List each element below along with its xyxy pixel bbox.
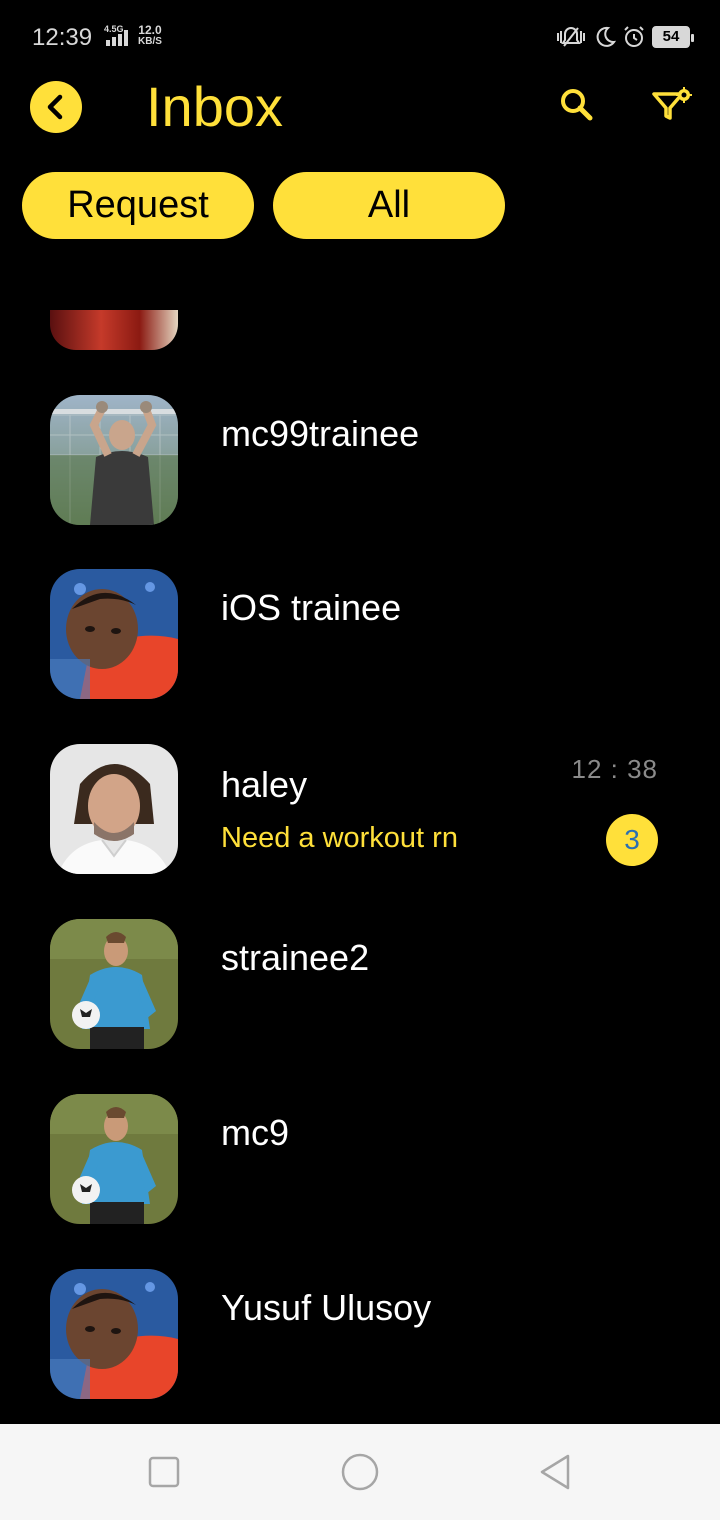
avatar: [50, 310, 178, 350]
page-title: Inbox: [146, 75, 283, 138]
player-blue-jacket-photo: [50, 1094, 178, 1224]
moon-icon: [596, 26, 616, 47]
unread-badge: 3: [606, 814, 658, 866]
conversation-name: mc9: [221, 1112, 290, 1153]
speed-value: 12.0: [138, 23, 162, 37]
conversation-row-haley[interactable]: haley Need a workout rn 12 : 38 3: [0, 744, 720, 874]
message-time: 12 : 38: [571, 754, 658, 784]
avatar: [50, 919, 178, 1049]
avatar: [50, 1094, 178, 1224]
conversation-list[interactable]: mc99trainee iOS trainee haley Need a wor…: [0, 270, 720, 1424]
filter-settings-icon[interactable]: [650, 86, 694, 122]
chip-request[interactable]: Request: [22, 172, 254, 239]
recent-apps-icon[interactable]: [144, 1452, 184, 1492]
status-time: 12:39: [32, 24, 93, 51]
athlete-red-shirt-photo: [50, 569, 178, 699]
vibrate-icon: [557, 26, 585, 47]
conversation-row-strainee2[interactable]: strainee2: [0, 919, 720, 1049]
athlete-red-shirt-photo: [50, 1269, 178, 1399]
alarm-icon: [624, 26, 644, 47]
man-white-shirt-photo: [50, 744, 178, 874]
avatar: [50, 1269, 178, 1399]
conversation-row-mc99trainee[interactable]: mc99trainee: [0, 395, 720, 525]
avatar: [50, 569, 178, 699]
back-button[interactable]: [30, 81, 82, 133]
avatar: [50, 395, 178, 525]
signal-icon: [106, 30, 128, 46]
search-icon[interactable]: [558, 86, 594, 122]
battery-indicator: 54: [652, 26, 694, 48]
goalkeeper-photo: [50, 395, 178, 525]
conversation-row-yusuf-ulusoy[interactable]: Yusuf Ulusoy: [0, 1269, 720, 1399]
conversation-name: iOS trainee: [221, 587, 402, 628]
conversation-name: strainee2: [221, 937, 370, 978]
chevron-left-icon: [47, 94, 63, 120]
message-preview: Need a workout rn: [221, 822, 458, 854]
conversation-name: Yusuf Ulusoy: [221, 1287, 432, 1328]
home-icon[interactable]: [340, 1452, 380, 1492]
conversation-name: mc99trainee: [221, 413, 420, 454]
conversation-row-ios-trainee[interactable]: iOS trainee: [0, 569, 720, 699]
back-nav-icon[interactable]: [536, 1452, 576, 1492]
conversation-name: haley: [221, 764, 308, 805]
player-blue-jacket-photo: [50, 919, 178, 1049]
system-navigation-bar: [0, 1424, 720, 1520]
avatar: [50, 744, 178, 874]
status-bar: 12:39 4.5G 12.0 KB/S 54: [0, 0, 720, 72]
conversation-row-mc9[interactable]: mc9: [0, 1094, 720, 1224]
chip-all[interactable]: All: [273, 172, 505, 239]
status-icons: 54: [556, 24, 694, 50]
speed-unit: KB/S: [138, 36, 162, 47]
network-speed: 12.0 KB/S: [138, 24, 162, 48]
